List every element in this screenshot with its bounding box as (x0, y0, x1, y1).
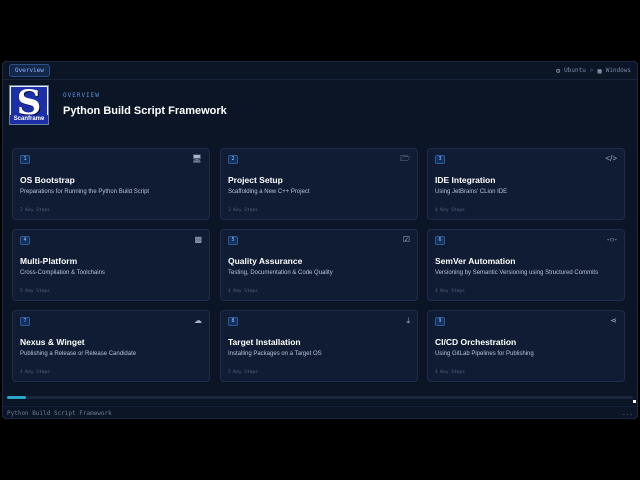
windows-icon[interactable]: ▦ (597, 67, 601, 75)
card-steps: 2 Key Steps (20, 208, 50, 213)
card-os-bootstrap[interactable]: 1 🖥 OS Bootstrap Preparations for Runnin… (12, 148, 210, 220)
card-subtitle: Scaffolding a New C++ Project (228, 189, 310, 195)
progress-fill (7, 396, 26, 399)
card-number: 6 (435, 236, 445, 245)
card-number: 1 (20, 155, 30, 164)
pipeline-icon: ⋖ (610, 316, 617, 325)
os-separator: > (589, 67, 594, 74)
card-number: 5 (228, 236, 238, 245)
card-subtitle: Publishing a Release or Release Candidat… (20, 351, 137, 357)
card-steps: 5 Key Steps (20, 289, 50, 294)
monitor-icon: 🖥 (191, 154, 202, 163)
card-subtitle: Preparations for Running the Python Buil… (20, 189, 150, 195)
card-title: IDE Integration (435, 175, 496, 185)
card-subtitle: Using GitLab Pipelines for Publishing (435, 351, 534, 357)
slide-progress-bar[interactable] (7, 396, 633, 399)
linux-icon[interactable]: ⚙ (556, 67, 560, 75)
card-steps: 4 Key Steps (435, 370, 465, 375)
card-steps: 4 Key Steps (20, 370, 50, 375)
card-ide-integration[interactable]: 3 </> IDE Integration Using JetBrains' C… (427, 148, 625, 220)
card-number: 7 (20, 317, 30, 326)
cubes-icon: ▩ (194, 235, 202, 244)
card-number: 9 (435, 317, 445, 326)
card-subtitle: Testing, Documentation & Code Quality (228, 270, 333, 276)
card-target-installation[interactable]: 8 ⤓ Target Installation Installing Packa… (220, 310, 418, 382)
presentation-window: Overview ⚙ Ubuntu > ▦ Windows S Scanfram… (2, 61, 638, 419)
os-windows-label[interactable]: Windows (606, 67, 631, 74)
progress-end-marker (633, 400, 636, 403)
card-multi-platform[interactable]: 4 ▩ Multi-Platform Cross-Compilation & T… (12, 229, 210, 301)
card-title: CI/CD Orchestration (435, 337, 517, 347)
logo-word: Scanframe (10, 115, 48, 124)
card-title: OS Bootstrap (20, 175, 75, 185)
card-steps: 4 Key Steps (435, 289, 465, 294)
page-header: S Scanframe OVERVIEW Python Build Script… (9, 85, 227, 133)
card-title: Multi-Platform (20, 256, 78, 266)
card-title: SemVer Automation (435, 256, 516, 266)
tab-overview[interactable]: Overview (9, 64, 50, 77)
footer-title: Python Build Script Framework (7, 409, 112, 417)
page-title: Python Build Script Framework (63, 105, 227, 117)
commit-icon: -○- (606, 235, 617, 244)
card-number: 2 (228, 155, 238, 164)
card-title: Target Installation (228, 337, 301, 347)
code-icon: </> (605, 154, 617, 163)
clipboard-check-icon: ☑ (402, 235, 410, 244)
card-number: 8 (228, 317, 238, 326)
card-title: Project Setup (228, 175, 283, 185)
footer: Python Build Script Framework ... (3, 406, 637, 419)
os-ubuntu-label[interactable]: Ubuntu (564, 67, 586, 74)
card-steps: 4 Key Steps (435, 208, 465, 213)
card-project-setup[interactable]: 2 🗁 Project Setup Scaffolding a New C++ … (220, 148, 418, 220)
card-semver-automation[interactable]: 6 -○- SemVer Automation Versioning by Se… (427, 229, 625, 301)
card-steps: 2 Key Steps (228, 370, 258, 375)
card-subtitle: Using JetBrains' CLion IDE (435, 189, 508, 195)
card-nexus-winget[interactable]: 7 ☁ Nexus & Winget Publishing a Release … (12, 310, 210, 382)
card-number: 4 (20, 236, 30, 245)
card-steps: 4 Key Steps (228, 289, 258, 294)
footer-more[interactable]: ... (622, 410, 633, 417)
card-subtitle: Cross-Compilation & Toolchains (20, 270, 105, 276)
card-subtitle: Installing Packages on a Target OS (228, 351, 322, 357)
card-title: Quality Assurance (228, 256, 303, 266)
section-eyebrow: OVERVIEW (63, 92, 100, 99)
card-cicd-orchestration[interactable]: 9 ⋖ CI/CD Orchestration Using GitLab Pip… (427, 310, 625, 382)
scanframe-logo: S Scanframe (9, 85, 49, 125)
folder-plus-icon: 🗁 (400, 154, 410, 163)
download-icon: ⤓ (406, 316, 410, 325)
top-bar: Overview ⚙ Ubuntu > ▦ Windows (3, 62, 637, 80)
card-quality-assurance[interactable]: 5 ☑ Quality Assurance Testing, Documenta… (220, 229, 418, 301)
card-title: Nexus & Winget (20, 337, 85, 347)
cloud-upload-icon: ☁ (194, 316, 202, 325)
card-subtitle: Versioning by Semantic Versioning using … (435, 270, 599, 276)
card-number: 3 (435, 155, 445, 164)
os-switch: ⚙ Ubuntu > ▦ Windows (556, 67, 631, 75)
card-steps: 3 Key Steps (228, 208, 258, 213)
header-text: OVERVIEW Python Build Script Framework (63, 92, 227, 117)
